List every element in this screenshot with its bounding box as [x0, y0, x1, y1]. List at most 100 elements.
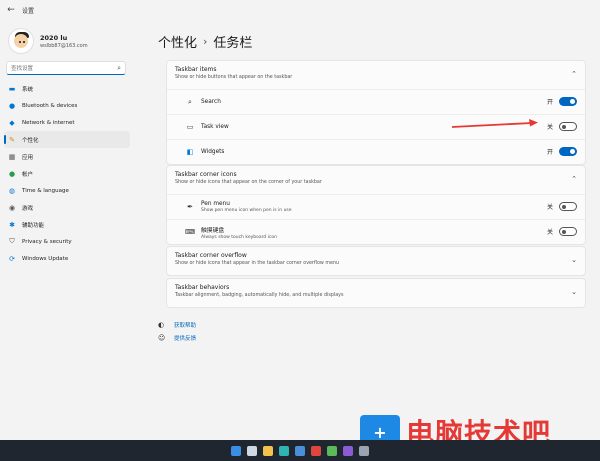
toggle-state-text: 关 — [546, 124, 553, 131]
breadcrumb: 个性化 › 任务栏 — [158, 32, 252, 51]
row-touch-keyboard: ⌨ 触摸键盘 Always show touch keyboard icon 关 — [167, 219, 585, 244]
sidebar-item-bluetooth[interactable]: ● Bluetooth & devices — [0, 97, 134, 114]
toggle-state-text: 开 — [546, 149, 553, 156]
profile[interactable]: 2020 lu wslbb87@163.com — [8, 28, 88, 54]
sidebar-nav: ▬ 系统 ● Bluetooth & devices ◆ Network & i… — [0, 80, 134, 267]
account-icon: ● — [8, 169, 16, 178]
row-label: 触摸键盘 — [201, 227, 225, 234]
card-title: Taskbar items — [175, 66, 217, 73]
sidebar-item-label: 系统 — [22, 86, 34, 93]
accessibility-icon: ✱ — [9, 220, 15, 229]
chevron-up-icon: ⌃ — [571, 70, 577, 78]
behaviors-card[interactable]: Taskbar behaviors Taskbar alignment, bad… — [166, 278, 586, 308]
sidebar-item-label: 帐户 — [22, 171, 34, 178]
touch-keyboard-toggle[interactable] — [559, 227, 577, 236]
card-title: Taskbar behaviors — [175, 284, 230, 291]
sidebar-item-label: Privacy & security — [22, 238, 72, 245]
monitor-icon: ▬ — [8, 84, 16, 93]
apps-icon: ▦ — [8, 152, 16, 161]
row-subtitle: Always show touch keyboard icon — [201, 234, 278, 240]
help-links: ◐ 获取帮助 ☺ 提供反馈 — [158, 318, 196, 344]
sidebar-item-apps[interactable]: ▦ 应用 — [0, 148, 134, 165]
row-label: Pen menu — [201, 201, 230, 207]
chevron-down-icon: ⌄ — [571, 288, 577, 296]
search-input[interactable]: 查找设置 ⌕ — [6, 61, 126, 75]
card-title: Taskbar corner overflow — [175, 252, 247, 259]
shield-icon: ⛉ — [9, 237, 15, 245]
sidebar-item-windows-update[interactable]: ⟳ Windows Update — [0, 250, 134, 267]
row-pen-menu: ✒ Pen menu Show pen menu icon when pen i… — [167, 194, 585, 219]
wifi-icon: ◆ — [9, 118, 15, 127]
sidebar-item-label: Bluetooth & devices — [22, 102, 78, 109]
taskbar-items-header[interactable]: Taskbar items Show or hide buttons that … — [167, 61, 585, 89]
file-explorer-icon[interactable] — [263, 445, 273, 456]
row-label: Widgets — [201, 149, 225, 155]
pen-icon: ✒ — [187, 203, 193, 211]
title-bar: ← 设置 — [0, 0, 600, 20]
sidebar-item-accessibility[interactable]: ✱ 辅助功能 — [0, 216, 134, 233]
help-icon: ◐ — [158, 320, 165, 329]
start-icon[interactable] — [231, 445, 241, 456]
corner-overflow-card[interactable]: Taskbar corner overflow Show or hide ico… — [166, 246, 586, 276]
chevron-down-icon: ⌄ — [571, 256, 577, 264]
sidebar-item-label: 应用 — [22, 154, 34, 161]
sidebar-item-network[interactable]: ◆ Network & internet — [0, 114, 134, 131]
sidebar-item-label: Windows Update — [22, 255, 69, 262]
feedback-label: 提供反馈 — [174, 335, 197, 342]
get-help-label: 获取帮助 — [174, 322, 197, 329]
taskbar-items-card: Taskbar items Show or hide buttons that … — [166, 60, 586, 165]
search-icon: ⌕ — [188, 97, 192, 106]
profile-email: wslbb87@163.com — [40, 42, 88, 49]
card-subtitle: Taskbar alignment, badging, automaticall… — [175, 293, 344, 298]
card-subtitle: Show or hide icons that appear in the ta… — [175, 261, 340, 266]
search-icon: ⌕ — [117, 63, 121, 72]
sidebar: 2020 lu wslbb87@163.com 查找设置 ⌕ ▬ 系统 ● Bl… — [0, 20, 134, 440]
breadcrumb-parent[interactable]: 个性化 — [158, 32, 197, 51]
chrome-icon[interactable] — [311, 445, 321, 456]
row-search: ⌕ Search 开 — [167, 89, 585, 114]
settings-icon[interactable] — [359, 445, 369, 456]
store-icon[interactable] — [295, 445, 305, 456]
feedback-link[interactable]: ☺ 提供反馈 — [158, 331, 196, 344]
sidebar-item-label: 个性化 — [22, 137, 39, 144]
toggle-state-text: 关 — [546, 204, 553, 211]
chevron-up-icon: ⌃ — [571, 175, 577, 183]
edge-icon[interactable] — [279, 445, 289, 456]
search-toggle[interactable] — [559, 97, 577, 106]
get-help-link[interactable]: ◐ 获取帮助 — [158, 318, 196, 331]
task-view-icon: ▭ — [186, 123, 194, 131]
search-icon[interactable] — [247, 445, 257, 456]
app-title: 设置 — [22, 7, 35, 15]
sidebar-item-label: Network & internet — [22, 119, 75, 126]
sidebar-item-privacy[interactable]: ⛉ Privacy & security — [0, 233, 134, 250]
corner-icons-card: Taskbar corner icons Show or hide icons … — [166, 165, 586, 245]
pen-menu-toggle[interactable] — [559, 202, 577, 211]
corner-icons-header[interactable]: Taskbar corner icons Show or hide icons … — [167, 166, 585, 194]
globe-icon: ◍ — [8, 186, 16, 195]
feedback-icon: ☺ — [158, 333, 166, 342]
task-view-toggle[interactable] — [559, 122, 577, 131]
sidebar-item-gaming[interactable]: ◉ 游戏 — [0, 199, 134, 216]
annotation-arrow — [452, 119, 538, 128]
widgets-icon: ◧ — [186, 148, 194, 156]
brush-icon: ✎ — [9, 135, 15, 144]
widgets-toggle[interactable] — [559, 147, 577, 156]
toggle-state-text: 关 — [546, 229, 553, 236]
sidebar-item-personalization[interactable]: ✎ 个性化 — [4, 131, 130, 148]
back-arrow-icon[interactable]: ← — [4, 3, 18, 17]
profile-name: 2020 lu — [40, 33, 68, 42]
page-title: 任务栏 — [213, 36, 253, 51]
corner-overflow-header[interactable]: Taskbar corner overflow Show or hide ico… — [167, 247, 585, 275]
sidebar-item-accounts[interactable]: ● 帐户 — [0, 165, 134, 182]
app-icon[interactable] — [343, 445, 353, 456]
sidebar-item-label: 游戏 — [22, 205, 34, 212]
search-placeholder: 查找设置 — [11, 66, 34, 72]
sidebar-item-time-language[interactable]: ◍ Time & language — [0, 182, 134, 199]
gamepad-icon: ◉ — [8, 203, 16, 212]
sidebar-item-system[interactable]: ▬ 系统 — [0, 80, 134, 97]
update-icon: ⟳ — [9, 254, 15, 263]
keyboard-icon: ⌨ — [184, 228, 196, 236]
sidebar-item-label: Time & language — [22, 187, 69, 194]
behaviors-header[interactable]: Taskbar behaviors Taskbar alignment, bad… — [167, 279, 585, 307]
app-icon[interactable] — [327, 445, 337, 456]
